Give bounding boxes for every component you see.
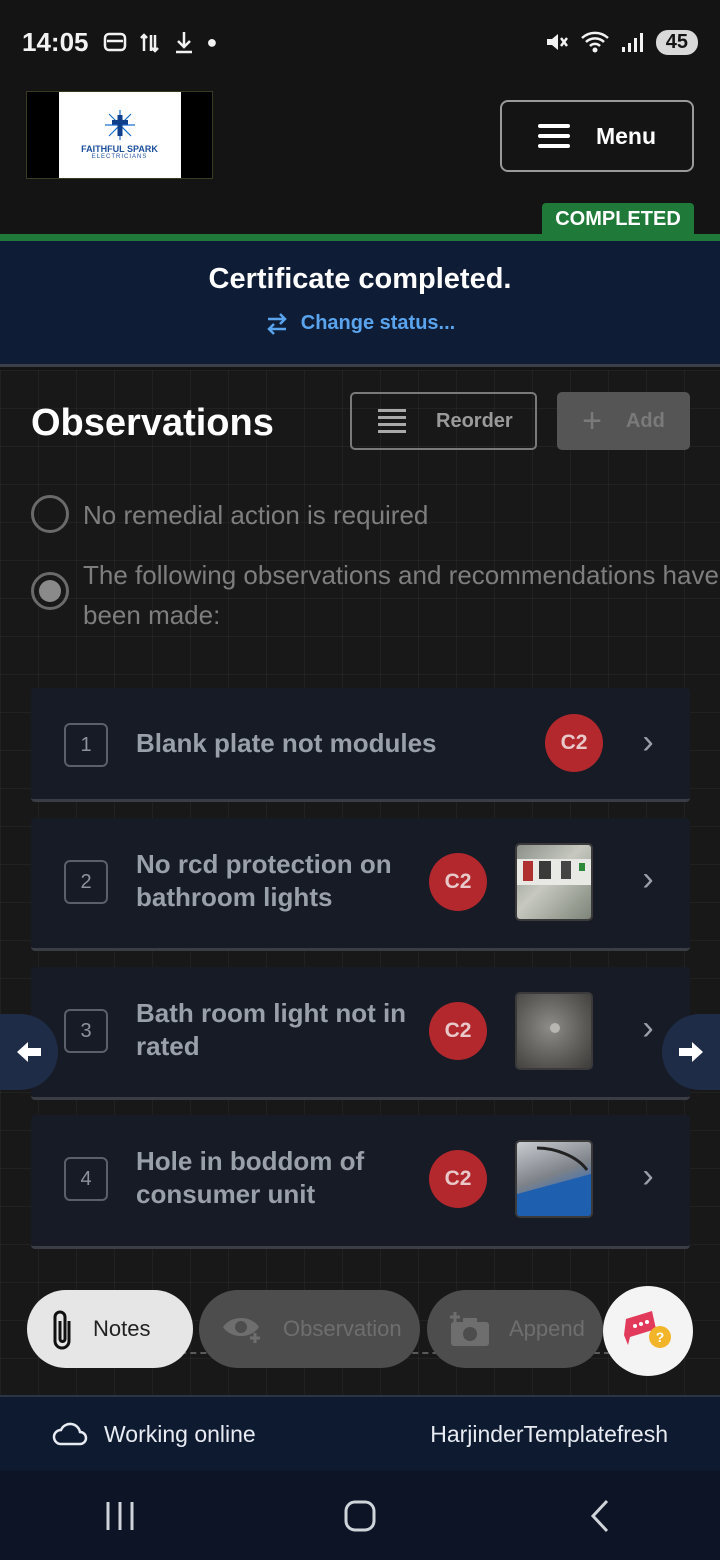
append-label: Append	[509, 1316, 585, 1341]
data-transfer-icon	[139, 33, 159, 53]
menu-button[interactable]: Menu	[500, 100, 694, 172]
add-label: Add	[625, 409, 665, 432]
item-number: 4	[64, 1157, 108, 1201]
paperclip-icon	[53, 1310, 71, 1350]
chevron-right-icon: ›	[642, 1157, 654, 1195]
system-navigation-bar	[0, 1471, 720, 1560]
item-text: Hole in boddom of consumer unit	[136, 1146, 365, 1209]
change-status-label: Change status...	[300, 312, 456, 334]
item-number: 3	[64, 1009, 108, 1053]
status-bar: 14:05 ● 45	[0, 0, 720, 84]
item-number: 2	[64, 860, 108, 904]
hamburger-icon	[537, 124, 570, 148]
reorder-icon	[378, 409, 406, 433]
app-footer: Working online HarjinderTemplatefresh	[0, 1395, 720, 1471]
swap-arrows-icon	[266, 312, 287, 335]
item-number: 1	[64, 723, 108, 767]
code-badge: C2	[429, 853, 487, 911]
photo-thumbnail[interactable]	[515, 1140, 593, 1218]
company-logo: FAITHFUL SPARK ELECTRICIANS	[26, 91, 213, 179]
connection-label: Working online	[104, 1420, 256, 1447]
radio-label: No remedial action is required	[83, 500, 429, 530]
menu-label: Menu	[595, 122, 657, 149]
home-icon	[344, 1500, 376, 1531]
code-badge: C2	[429, 1002, 487, 1060]
item-text: Blank plate not modules	[136, 728, 437, 758]
plus-icon: +	[582, 402, 602, 440]
observations-section: Observations Reorder + Add No remedial a…	[0, 370, 720, 1395]
home-button[interactable]	[320, 1486, 400, 1546]
wifi-icon	[580, 31, 609, 53]
signal-icon	[621, 33, 643, 52]
logo-title: FAITHFUL SPARK	[81, 144, 158, 154]
observation-button[interactable]: Observation	[199, 1290, 420, 1368]
clock: 14:05	[22, 26, 89, 57]
append-button[interactable]: Append	[427, 1290, 603, 1368]
template-name: HarjinderTemplatefresh	[430, 1420, 668, 1447]
photo-image	[517, 859, 591, 885]
radio-button[interactable]	[31, 495, 69, 533]
chevron-right-icon: ›	[642, 723, 654, 761]
observation-item[interactable]: 2 No rcd protection on bathroom lights C…	[31, 818, 690, 951]
notes-button[interactable]: Notes	[27, 1290, 193, 1368]
photo-thumbnail[interactable]	[515, 992, 593, 1070]
cross-spark-icon	[104, 110, 135, 140]
reorder-label: Reorder	[436, 409, 513, 432]
connection-status: Working online	[52, 1421, 256, 1448]
system-icons: 45	[544, 29, 698, 55]
status-banner: Certificate completed. Change status...	[0, 241, 720, 367]
recent-apps-icon	[106, 1501, 134, 1530]
camera-plus-icon	[450, 1312, 489, 1346]
notification-icons: ●	[103, 30, 218, 54]
banner-title: Certificate completed.	[208, 263, 512, 295]
status-divider	[0, 234, 720, 241]
logo-image: FAITHFUL SPARK ELECTRICIANS	[58, 92, 181, 178]
eye-plus-icon	[223, 1318, 260, 1343]
radio-no-action[interactable]: No remedial action is required	[31, 495, 428, 535]
chat-help-icon: ?	[624, 1311, 671, 1348]
radio-label-text: The following observations and recommend…	[83, 560, 719, 630]
back-icon	[590, 1499, 609, 1532]
status-badge: COMPLETED	[542, 203, 694, 235]
observation-label: Observation	[283, 1316, 402, 1341]
change-status-link[interactable]: Change status...	[265, 312, 455, 335]
code-badge: C2	[429, 1150, 487, 1208]
radio-label: The following observations and recommend…	[83, 555, 720, 635]
dot-icon: ●	[206, 31, 218, 52]
item-text: No rcd protection on bathroom lights	[136, 849, 392, 912]
help-chat-button[interactable]: ?	[603, 1286, 693, 1376]
add-button[interactable]: + Add	[557, 392, 690, 450]
download-icon	[175, 32, 192, 54]
back-button[interactable]	[560, 1486, 640, 1546]
arrow-left-icon	[17, 1042, 41, 1062]
radio-observations-made[interactable]: The following observations and recommend…	[31, 555, 720, 635]
notes-label: Notes	[93, 1316, 151, 1341]
item-text: Bath room light not in rated	[136, 998, 407, 1061]
battery-indicator: 45	[655, 29, 698, 55]
photo-thumbnail[interactable]	[515, 843, 593, 921]
photo-image	[517, 1146, 591, 1216]
code-badge: C2	[545, 714, 603, 772]
chevron-right-icon: ›	[642, 1009, 654, 1047]
svg-text:?: ?	[656, 1329, 665, 1345]
observation-item[interactable]: 3 Bath room light not in rated C2 ›	[31, 967, 690, 1100]
section-title: Observations	[31, 402, 274, 444]
observation-item[interactable]: 1 Blank plate not modules C2 ›	[31, 688, 690, 802]
logo-subtitle: ELECTRICIANS	[91, 154, 148, 160]
reorder-button[interactable]: Reorder	[350, 392, 537, 450]
chevron-right-icon: ›	[642, 860, 654, 898]
arrow-right-icon	[679, 1042, 703, 1062]
radio-button-selected[interactable]	[31, 572, 69, 610]
observation-item[interactable]: 4 Hole in boddom of consumer unit C2 ›	[31, 1115, 690, 1249]
cloud-icon	[52, 1422, 88, 1446]
message-icon	[103, 32, 126, 52]
recent-apps-button[interactable]	[80, 1486, 160, 1546]
mute-icon	[546, 34, 568, 50]
photo-image	[550, 1023, 560, 1033]
